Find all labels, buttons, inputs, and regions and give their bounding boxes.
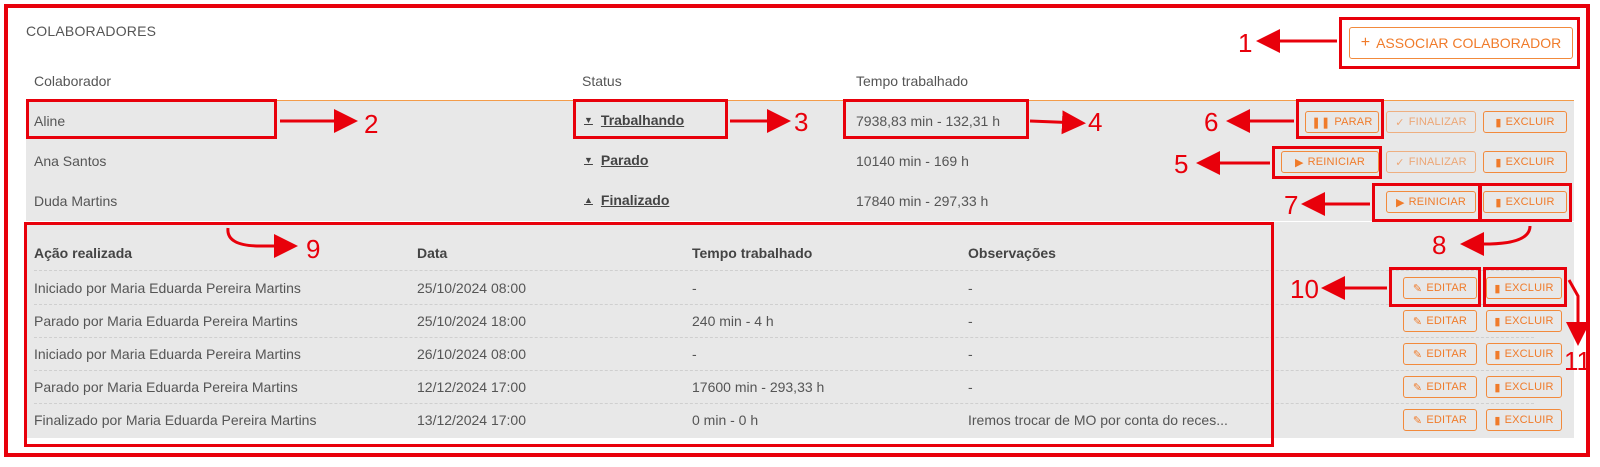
annotation-number: 1 — [1238, 28, 1253, 58]
arrow-8 — [1460, 225, 1532, 256]
annotation-number: 10 — [1290, 274, 1319, 304]
annotation-number: 6 — [1204, 107, 1219, 137]
arrow-11 — [1566, 279, 1590, 346]
arrow-9 — [226, 227, 298, 258]
arrow-4 — [1029, 110, 1086, 135]
annotation-number: 7 — [1284, 190, 1299, 220]
annotation-number: 4 — [1088, 107, 1103, 137]
annotation-number: 11 — [1564, 346, 1591, 376]
annotation-number: 5 — [1174, 149, 1189, 179]
annotation-arrows — [226, 29, 1590, 346]
annotation-number: 3 — [794, 107, 809, 137]
annotation-number: 9 — [306, 234, 321, 264]
annotation-number: 2 — [364, 109, 379, 139]
annotation-number: 8 — [1432, 230, 1447, 260]
